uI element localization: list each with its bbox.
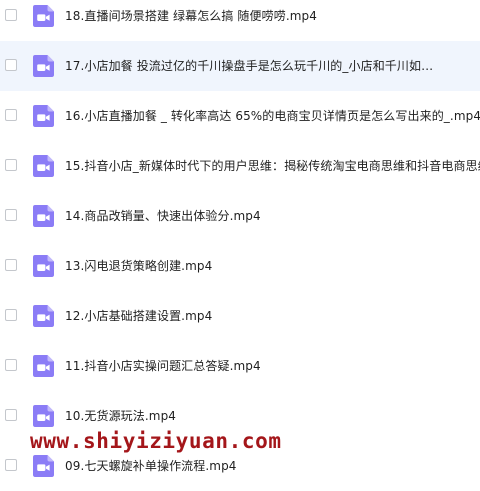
row-checkbox[interactable] (5, 459, 17, 471)
watermark: www.shiyiziyuan.com (30, 429, 282, 453)
row-checkbox[interactable] (5, 409, 17, 421)
file-name[interactable]: 12.小店基础搭建设置.mp4 (65, 291, 212, 341)
row-checkbox[interactable] (5, 309, 17, 321)
file-row[interactable]: 15.抖音小店_新媒体时代下的用户思维：揭秘传统淘宝电商思维和抖音电商思维 (0, 141, 480, 191)
video-file-icon (33, 255, 54, 277)
video-file-icon (33, 5, 54, 27)
video-file-icon (33, 405, 54, 427)
file-row[interactable]: 12.小店基础搭建设置.mp4 (0, 291, 480, 341)
row-checkbox[interactable] (5, 259, 17, 271)
file-name[interactable]: 15.抖音小店_新媒体时代下的用户思维：揭秘传统淘宝电商思维和抖音电商思维 (65, 141, 480, 191)
file-row[interactable]: 17.小店加餐 投流过亿的千川操盘手是怎么玩千川的_小店和千川如… (0, 41, 480, 91)
video-file-icon (33, 455, 54, 477)
file-name[interactable]: 16.小店直播加餐 _ 转化率高达 65%的电商宝贝详情页是怎么写出来的_.mp… (65, 91, 480, 141)
video-file-icon (33, 355, 54, 377)
video-file-icon (33, 155, 54, 177)
file-name[interactable]: 17.小店加餐 投流过亿的千川操盘手是怎么玩千川的_小店和千川如… (65, 41, 433, 91)
file-row[interactable]: 11.抖音小店实操问题汇总答疑.mp4 (0, 341, 480, 391)
row-checkbox[interactable] (5, 159, 17, 171)
file-row[interactable]: 16.小店直播加餐 _ 转化率高达 65%的电商宝贝详情页是怎么写出来的_.mp… (0, 91, 480, 141)
file-name[interactable]: 11.抖音小店实操问题汇总答疑.mp4 (65, 341, 261, 391)
file-row[interactable]: 14.商品改销量、快速出体验分.mp4 (0, 191, 480, 241)
video-file-icon (33, 305, 54, 327)
row-checkbox[interactable] (5, 9, 17, 21)
file-name[interactable]: 18.直播间场景搭建 绿幕怎么搞 随便唠唠.mp4 (65, 0, 317, 41)
file-row[interactable]: 13.闪电退货策略创建.mp4 (0, 241, 480, 291)
file-name[interactable]: 14.商品改销量、快速出体验分.mp4 (65, 191, 261, 241)
video-file-icon (33, 205, 54, 227)
video-file-icon (33, 55, 54, 77)
file-name[interactable]: 13.闪电退货策略创建.mp4 (65, 241, 212, 291)
video-file-icon (33, 105, 54, 127)
row-checkbox[interactable] (5, 59, 17, 71)
file-list: 18.直播间场景搭建 绿幕怎么搞 随便唠唠.mp4 17.小店加餐 投流过亿的千… (0, 0, 480, 491)
row-checkbox[interactable] (5, 109, 17, 121)
row-checkbox[interactable] (5, 359, 17, 371)
row-checkbox[interactable] (5, 209, 17, 221)
file-row[interactable]: 18.直播间场景搭建 绿幕怎么搞 随便唠唠.mp4 (0, 0, 480, 41)
